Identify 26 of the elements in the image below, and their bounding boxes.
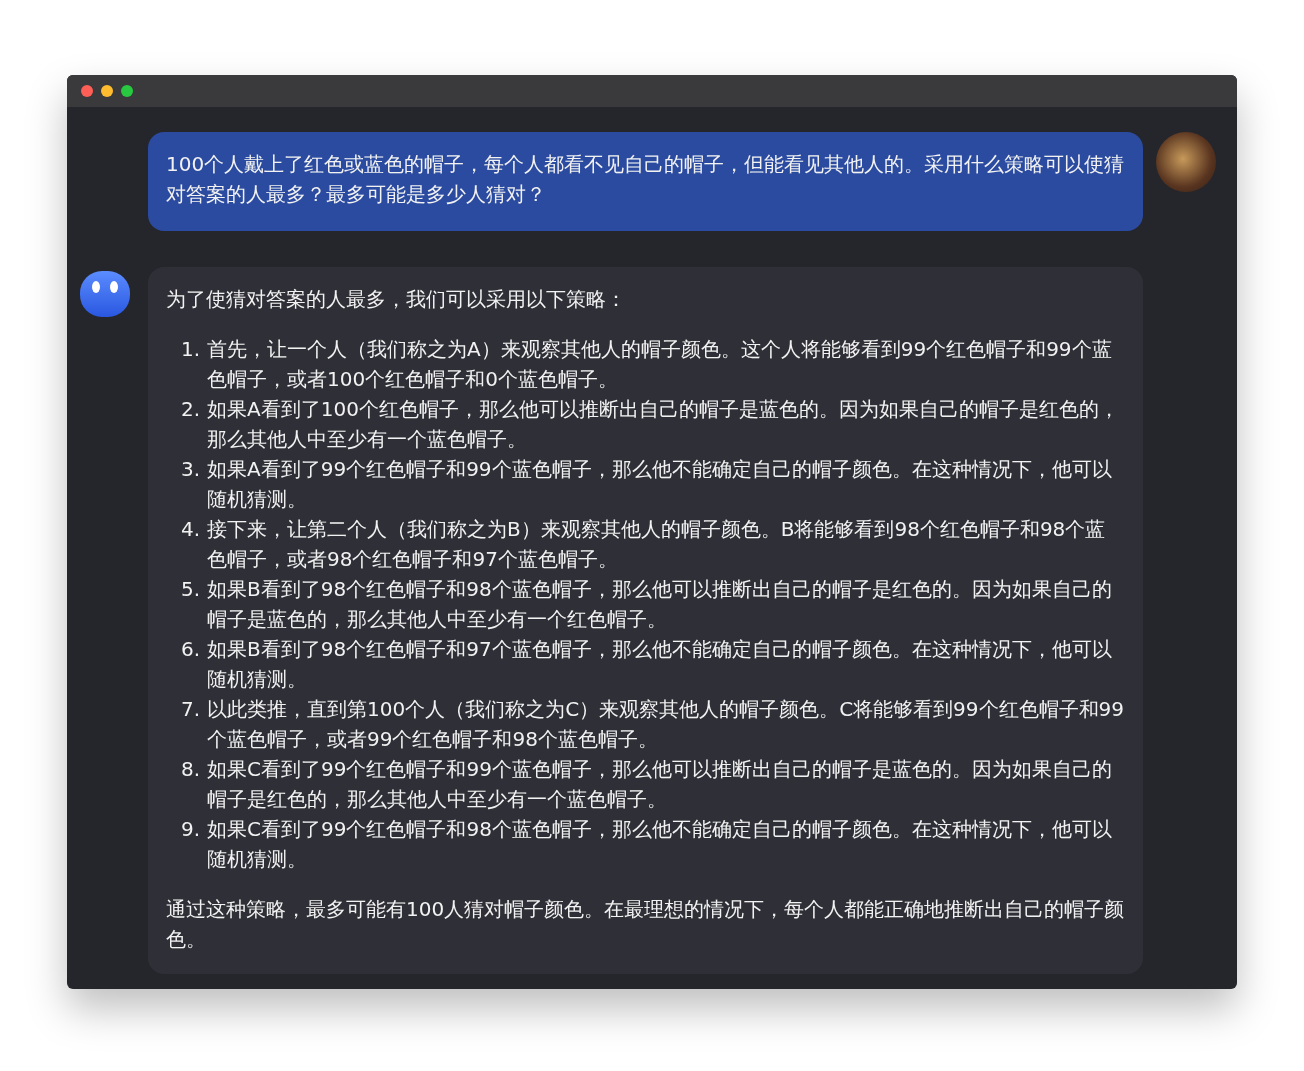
- list-number: 5.: [181, 576, 202, 603]
- close-button[interactable]: [81, 85, 93, 97]
- maximize-button[interactable]: [121, 85, 133, 97]
- message-text: 为了使猜对答案的人最多，我们可以采用以下策略：: [166, 286, 627, 313]
- list-item-text: 如果B看到了98个红色帽子和97个蓝色帽子，那么他不能确定自己的帽子颜色。在这种情况下，他可以随机猜测。: [207, 636, 1113, 693]
- list-number: 6.: [181, 636, 202, 663]
- list-number: 7.: [181, 696, 202, 723]
- message-text: 100个人戴上了红色或蓝色的帽子，每个人都看不见自己的帽子，但能看见其他人的。采用什么策略可以使猜对答案的人最多？最多可能是多少人猜对？: [166, 152, 1125, 206]
- message-text: 通过这种策略，最多可能有100人猜对帽子颜色。在最理想的情况下，每个人都能正确地推断出自己的帽子颜色。: [166, 896, 1125, 953]
- list-number: 9.: [181, 816, 202, 843]
- list-item-text: 如果A看到了99个红色帽子和99个蓝色帽子，那么他不能确定自己的帽子颜色。在这种情况下，他可以随机猜测。: [207, 456, 1113, 513]
- list-number: 2.: [181, 396, 202, 423]
- list-number: 4.: [181, 516, 202, 543]
- robot-avatar-icon: [80, 271, 130, 317]
- list-item-text: 如果B看到了98个红色帽子和98个蓝色帽子，那么他可以推断出自己的帽子是红色的。因为如果自己的帽子是蓝色的，那么其他人中至少有一个红色帽子。: [207, 576, 1113, 633]
- list-number: 1.: [181, 336, 202, 363]
- list-number: 3.: [181, 456, 202, 483]
- list-number: 8.: [181, 756, 202, 783]
- list-item-text: 如果C看到了99个红色帽子和98个蓝色帽子，那么他不能确定自己的帽子颜色。在这种情况下，他可以随机猜测。: [207, 816, 1113, 873]
- list-item-text: 首先，让一个人（我们称之为A）来观察其他人的帽子颜色。这个人将能够看到99个红色帽子和99个蓝色帽子，或者100个红色帽子和0个蓝色帽子。: [207, 336, 1113, 393]
- list-item-text: 接下来，让第二个人（我们称之为B）来观察其他人的帽子颜色。B将能够看到98个红色帽子和98个蓝色帽子，或者98个红色帽子和97个蓝色帽子。: [207, 516, 1107, 573]
- list-item-text: 如果A看到了100个红色帽子，那么他可以推断出自己的帽子是蓝色的。因为如果自己的帽子是红色的，那么其他人中至少有一个蓝色帽子。: [207, 396, 1120, 453]
- list-item-text: 如果C看到了99个红色帽子和99个蓝色帽子，那么他可以推断出自己的帽子是蓝色的。因为如果自己的帽子是红色的，那么其他人中至少有一个蓝色帽子。: [207, 756, 1113, 813]
- avatar-placeholder: [1156, 132, 1216, 192]
- list-item-text: 以此类推，直到第100个人（我们称之为C）来观察其他人的帽子颜色。C将能够看到99个红色帽子和99个蓝色帽子，或者99个红色帽子和98个蓝色帽子。: [207, 696, 1125, 753]
- minimize-button[interactable]: [101, 85, 113, 97]
